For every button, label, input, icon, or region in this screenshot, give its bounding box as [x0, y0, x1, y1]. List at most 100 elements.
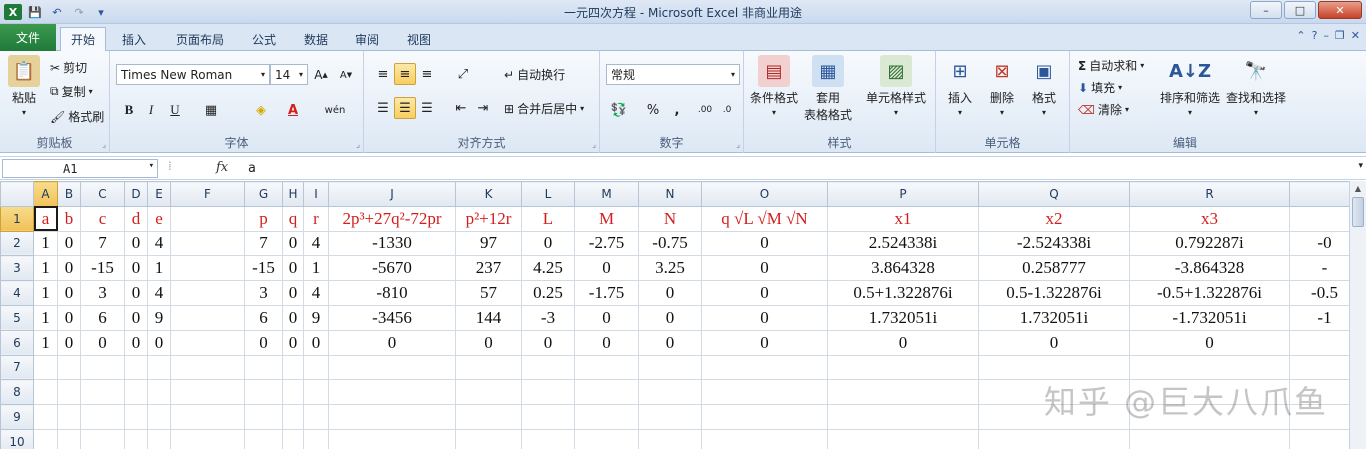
- cell[interactable]: 0: [701, 230, 828, 257]
- cell[interactable]: p²+12r: [455, 205, 522, 232]
- cell[interactable]: [244, 428, 283, 449]
- cell[interactable]: 0.25: [521, 280, 575, 306]
- dialog-launcher-icon[interactable]: ⌟: [592, 140, 596, 149]
- help-icon[interactable]: ?: [1312, 29, 1318, 42]
- cell[interactable]: 0: [638, 329, 702, 356]
- cell[interactable]: [244, 404, 283, 430]
- paste-button[interactable]: 📋 粘贴 ▾: [8, 55, 40, 117]
- cell[interactable]: 0: [521, 329, 575, 356]
- cell[interactable]: 4.25: [521, 255, 575, 282]
- grow-font-button[interactable]: A ▲: [310, 64, 332, 86]
- cell[interactable]: 9: [147, 304, 171, 331]
- cell[interactable]: [455, 379, 522, 406]
- column-header-p[interactable]: P: [827, 181, 979, 207]
- cell[interactable]: -5670: [328, 255, 456, 282]
- cell[interactable]: [80, 404, 125, 430]
- cell[interactable]: [978, 428, 1130, 449]
- cell[interactable]: 1.732051i: [978, 304, 1130, 331]
- format-as-table-button[interactable]: ▦ 套用 表格格式: [804, 55, 852, 123]
- cell[interactable]: [638, 428, 702, 449]
- phonetic-guide-icon[interactable]: wén: [324, 99, 346, 121]
- cell[interactable]: 0: [701, 329, 828, 356]
- cell[interactable]: 0: [1129, 329, 1290, 356]
- cell[interactable]: [57, 379, 81, 406]
- cell[interactable]: 1: [33, 304, 58, 331]
- row-header[interactable]: 4: [0, 280, 34, 306]
- cell[interactable]: 0: [574, 329, 639, 356]
- cell[interactable]: 0: [124, 329, 148, 356]
- cell[interactable]: q √L √M √N: [701, 205, 828, 232]
- cell[interactable]: [282, 404, 304, 430]
- chevron-down-icon[interactable]: ▾: [149, 161, 154, 171]
- cell[interactable]: [80, 428, 125, 449]
- cell[interactable]: [124, 379, 148, 406]
- tab-data[interactable]: 数据: [294, 27, 338, 51]
- cell[interactable]: [170, 205, 245, 232]
- cell[interactable]: [57, 428, 81, 449]
- cell[interactable]: [33, 354, 58, 381]
- cell[interactable]: [303, 354, 329, 381]
- tab-page-layout[interactable]: 页面布局: [166, 27, 234, 51]
- cut-button[interactable]: ✂ 剪切: [50, 59, 87, 76]
- cell[interactable]: 0.5+1.322876i: [827, 280, 979, 306]
- cell[interactable]: 4: [147, 280, 171, 306]
- cell[interactable]: 57: [455, 280, 522, 306]
- cell[interactable]: [170, 404, 245, 430]
- column-header-l[interactable]: L: [521, 181, 575, 207]
- cell[interactable]: 0: [282, 255, 304, 282]
- dialog-launcher-icon[interactable]: ⌟: [102, 140, 106, 149]
- cell[interactable]: 0: [80, 329, 125, 356]
- cell[interactable]: [170, 230, 245, 257]
- cell[interactable]: [827, 354, 979, 381]
- cell[interactable]: 144: [455, 304, 522, 331]
- cell[interactable]: 0: [57, 329, 81, 356]
- cell[interactable]: [80, 379, 125, 406]
- column-header-f[interactable]: F: [170, 181, 245, 207]
- cell[interactable]: 0: [701, 304, 828, 331]
- wrap-text-button[interactable]: ↵ 自动换行: [504, 66, 565, 83]
- find-select-button[interactable]: 🔭 查找和选择 ▾: [1226, 55, 1286, 118]
- cell[interactable]: 0: [282, 329, 304, 356]
- cell[interactable]: [147, 379, 171, 406]
- cell[interactable]: [328, 404, 456, 430]
- bold-button[interactable]: B: [118, 99, 140, 121]
- cell[interactable]: [147, 354, 171, 381]
- cell[interactable]: 4: [303, 230, 329, 257]
- row-header[interactable]: 5: [0, 304, 34, 331]
- cell[interactable]: 0: [521, 230, 575, 257]
- cell[interactable]: 1: [33, 329, 58, 356]
- align-bottom-icon[interactable]: ≡: [416, 63, 438, 85]
- cell[interactable]: M: [574, 205, 639, 232]
- cell[interactable]: 0.5-1.322876i: [978, 280, 1130, 306]
- cell[interactable]: [244, 379, 283, 406]
- column-header-r[interactable]: R: [1129, 181, 1290, 207]
- cell[interactable]: 1: [147, 255, 171, 282]
- scroll-up-icon[interactable]: ▲: [1350, 181, 1366, 195]
- cell[interactable]: 1: [33, 280, 58, 306]
- cell[interactable]: [170, 428, 245, 449]
- cell[interactable]: [147, 428, 171, 449]
- dialog-launcher-icon[interactable]: ⌟: [356, 140, 360, 149]
- cell[interactable]: c: [80, 205, 125, 232]
- cell[interactable]: [170, 280, 245, 306]
- cell[interactable]: [638, 354, 702, 381]
- scrollbar-thumb[interactable]: [1352, 197, 1364, 227]
- cell[interactable]: [638, 404, 702, 430]
- cell[interactable]: [303, 379, 329, 406]
- align-middle-icon[interactable]: ≡: [394, 63, 416, 85]
- cell[interactable]: 0: [303, 329, 329, 356]
- cell[interactable]: 3.25: [638, 255, 702, 282]
- cell[interactable]: 0: [57, 230, 81, 257]
- cell[interactable]: [827, 379, 979, 406]
- cell[interactable]: 0: [282, 280, 304, 306]
- cell[interactable]: 0: [244, 329, 283, 356]
- cell[interactable]: 0.792287i: [1129, 230, 1290, 257]
- cell[interactable]: 0: [574, 304, 639, 331]
- cell[interactable]: 1: [303, 255, 329, 282]
- sort-filter-button[interactable]: A↓Z 排序和筛选 ▾: [1160, 55, 1220, 118]
- cell[interactable]: x1: [827, 205, 979, 232]
- cell[interactable]: 0: [124, 255, 148, 282]
- conditional-format-button[interactable]: ▤ 条件格式 ▾: [750, 55, 798, 117]
- cell[interactable]: 0: [282, 230, 304, 257]
- cell[interactable]: [638, 379, 702, 406]
